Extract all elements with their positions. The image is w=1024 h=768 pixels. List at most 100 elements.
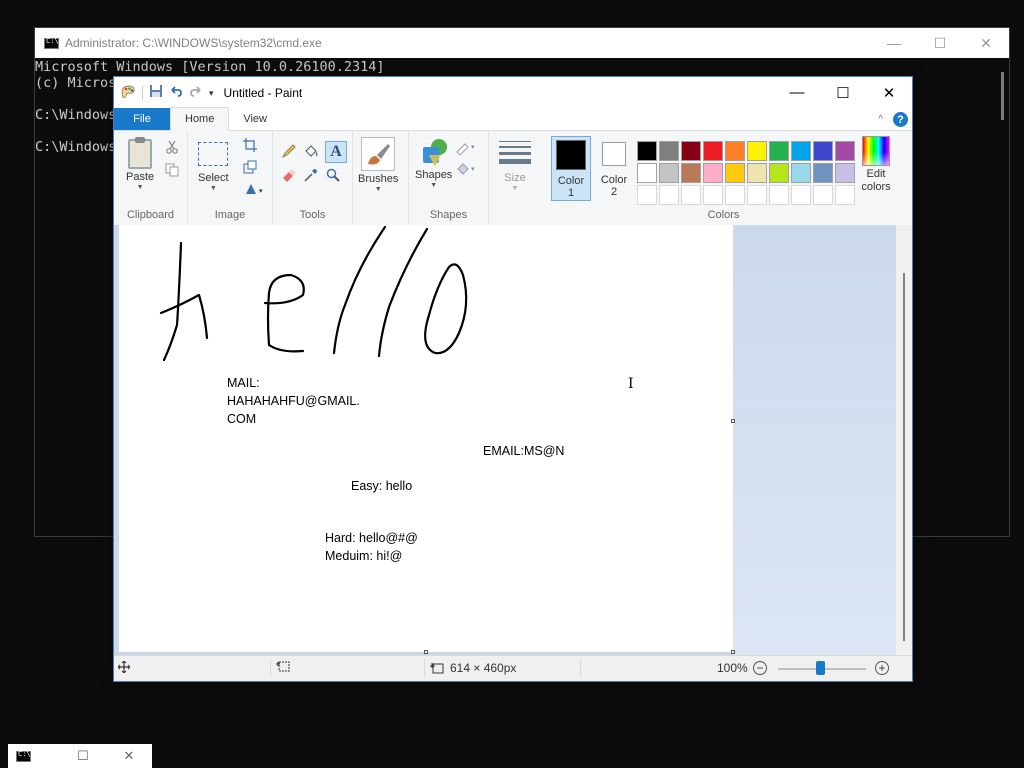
group-size: Size ▼ xyxy=(489,131,545,225)
color-swatch[interactable] xyxy=(813,163,833,183)
eraser-icon[interactable] xyxy=(281,167,297,183)
color-swatch[interactable] xyxy=(703,163,723,183)
color2-button[interactable]: Color 2 xyxy=(594,136,634,201)
custom-color-slot[interactable] xyxy=(703,185,723,205)
size-button[interactable]: Size ▼ xyxy=(499,141,531,193)
brushes-button[interactable]: Brushes ▼ xyxy=(358,137,398,194)
collapse-ribbon-icon[interactable]: ^ xyxy=(878,114,883,125)
text-icon[interactable]: A xyxy=(325,141,347,163)
cmd-scrollbar[interactable] xyxy=(993,58,1009,536)
custom-color-slot[interactable] xyxy=(747,185,767,205)
help-icon[interactable]: ? xyxy=(893,112,908,127)
close-button[interactable]: ✕ xyxy=(106,748,152,764)
magnifier-icon[interactable] xyxy=(325,167,341,183)
color-swatch[interactable] xyxy=(791,163,811,183)
color-swatch[interactable] xyxy=(835,141,855,161)
maximize-button[interactable]: ☐ xyxy=(917,28,963,58)
custom-color-slot[interactable] xyxy=(769,185,789,205)
svg-text:▾: ▾ xyxy=(471,144,475,151)
tab-home[interactable]: Home xyxy=(170,107,230,131)
color-swatch[interactable] xyxy=(659,141,679,161)
outline-icon[interactable]: ▾ xyxy=(455,139,479,155)
ribbon-tabs: File Home View ^ ? xyxy=(114,107,912,131)
svg-text:▾: ▾ xyxy=(259,188,263,195)
custom-color-slot[interactable] xyxy=(725,185,745,205)
text-cursor-icon: I xyxy=(628,376,634,392)
zoom-in-button[interactable]: + xyxy=(875,661,889,675)
custom-color-slot[interactable] xyxy=(835,185,855,205)
edit-colors-button[interactable]: Edit colors xyxy=(854,136,898,194)
custom-color-slot[interactable] xyxy=(681,185,701,205)
restore-button[interactable]: ☐ xyxy=(60,748,106,764)
color-swatch[interactable] xyxy=(637,163,657,183)
canvas-text-easy: Easy: hello xyxy=(351,479,413,493)
fill-icon[interactable] xyxy=(303,143,319,159)
drawing-canvas[interactable]: MAIL: HAHAHAHFU@GMAIL. COM EMAIL:MS@N Ea… xyxy=(119,225,733,652)
minimized-cmd-window[interactable]: ☐ ✕ xyxy=(8,744,152,768)
canvas-resize-handle-right[interactable] xyxy=(731,419,735,423)
selection-size-icon xyxy=(276,661,290,673)
canvas-workspace: MAIL: HAHAHAHFU@GMAIL. COM EMAIL:MS@N Ea… xyxy=(114,225,912,656)
undo-icon[interactable] xyxy=(169,84,183,101)
resize-icon[interactable] xyxy=(242,159,258,175)
custom-color-slot[interactable] xyxy=(637,185,657,205)
shapes-button[interactable]: Shapes ▼ xyxy=(415,137,452,190)
close-button[interactable]: ✕ xyxy=(866,77,912,108)
customize-quick-access-icon[interactable]: ▾ xyxy=(209,86,214,100)
color-swatch[interactable] xyxy=(681,141,701,161)
shapes-label: Shapes xyxy=(415,169,453,181)
color-swatch[interactable] xyxy=(747,141,767,161)
canvas-resize-handle-bottom[interactable] xyxy=(424,650,428,654)
console-icon xyxy=(16,750,31,762)
vertical-scrollbar[interactable] xyxy=(896,225,912,656)
save-icon[interactable] xyxy=(149,84,163,101)
color-swatch[interactable] xyxy=(769,163,789,183)
custom-color-slot[interactable] xyxy=(659,185,679,205)
zoom-slider-thumb[interactable] xyxy=(816,661,825,675)
color-palette xyxy=(637,141,855,205)
color-swatch[interactable] xyxy=(769,141,789,161)
color-swatch[interactable] xyxy=(747,163,767,183)
paste-button[interactable]: Paste ▼ xyxy=(126,137,155,192)
color1-button[interactable]: Color 1 xyxy=(551,136,591,201)
custom-color-slot[interactable] xyxy=(791,185,811,205)
color-swatch[interactable] xyxy=(813,141,833,161)
color-swatch[interactable] xyxy=(703,141,723,161)
cmd-scroll-thumb[interactable] xyxy=(1001,72,1004,120)
color-swatch[interactable] xyxy=(791,141,811,161)
workspace-background xyxy=(733,225,896,656)
paint-app-icon[interactable] xyxy=(120,83,136,102)
paste-label: Paste xyxy=(126,171,155,183)
redo-icon[interactable] xyxy=(189,84,203,101)
minimize-button[interactable]: — xyxy=(774,77,820,108)
tab-view[interactable]: View xyxy=(229,108,281,130)
cmd-titlebar[interactable]: Administrator: C:\WINDOWS\system32\cmd.e… xyxy=(35,28,1009,58)
color-swatch[interactable] xyxy=(725,141,745,161)
minimize-button[interactable]: — xyxy=(871,28,917,58)
pencil-icon[interactable] xyxy=(281,143,297,159)
image-size: 614 × 460px xyxy=(430,661,516,675)
color-picker-icon[interactable] xyxy=(303,167,319,183)
svg-text:▾: ▾ xyxy=(471,166,475,173)
group-label-colors: Colors xyxy=(707,209,740,221)
crop-icon[interactable] xyxy=(242,137,258,153)
maximize-button[interactable]: ☐ xyxy=(820,77,866,108)
copy-icon[interactable] xyxy=(164,162,180,178)
close-button[interactable]: ✕ xyxy=(963,28,1009,58)
color-swatch[interactable] xyxy=(835,163,855,183)
tab-file[interactable]: File xyxy=(114,108,170,130)
color-swatch[interactable] xyxy=(637,141,657,161)
color-swatch[interactable] xyxy=(725,163,745,183)
canvas-resize-handle-corner[interactable] xyxy=(731,650,735,654)
scroll-thumb[interactable] xyxy=(903,273,905,641)
paint-titlebar[interactable]: ▾ Untitled - Paint — ☐ ✕ xyxy=(114,77,912,108)
zoom-out-button[interactable]: − xyxy=(753,661,767,675)
custom-color-slot[interactable] xyxy=(813,185,833,205)
fill-shape-icon[interactable]: ▾ xyxy=(455,161,479,177)
rotate-icon[interactable]: ▾ xyxy=(242,181,268,197)
paint-window[interactable]: ▾ Untitled - Paint — ☐ ✕ File Home View … xyxy=(113,76,913,682)
select-button[interactable]: Select ▼ xyxy=(198,142,229,193)
color-swatch[interactable] xyxy=(659,163,679,183)
color-swatch[interactable] xyxy=(681,163,701,183)
cut-icon[interactable] xyxy=(164,139,180,155)
